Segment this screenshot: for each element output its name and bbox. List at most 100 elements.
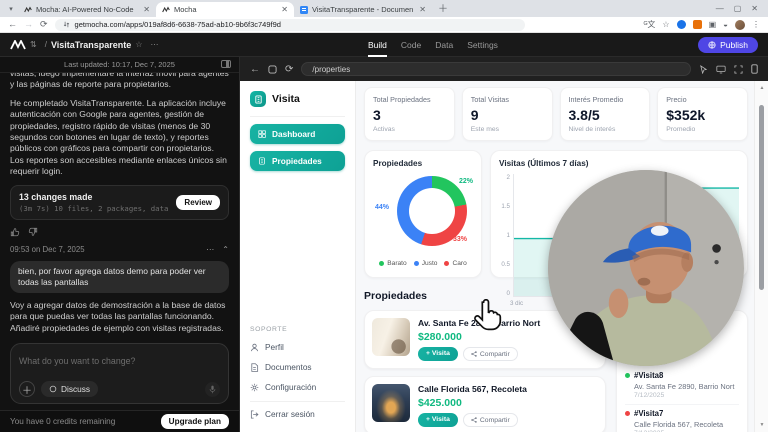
scroll-up-arrow[interactable]: ▲	[755, 85, 768, 91]
sidebar-item-perfil[interactable]: Perfil	[250, 337, 345, 357]
browser-tab-active[interactable]: Mocha ✕	[156, 2, 294, 17]
stat-card-propiedades: Total Propiedades 3 Activas	[364, 87, 455, 141]
chat-input-card: ＋ Discuss	[10, 343, 229, 404]
window-close-button[interactable]: ✕	[751, 4, 758, 13]
screen: ▾ Mocha: AI-Powered No-Code ✕ Mocha ✕ Vi…	[0, 0, 768, 432]
desktop-icon[interactable]	[716, 65, 726, 74]
sidebar-item-configuracion[interactable]: Configuración	[250, 377, 345, 397]
chat-input[interactable]	[19, 356, 220, 366]
visit-item[interactable]: #Visita7 Calle Florida 567, Recoleta 7/1…	[625, 405, 739, 432]
browser-address-bar: ← → ⟳ getmocha.com/apps/019af8d6-6638-75…	[0, 17, 768, 33]
preview-back-button[interactable]: ←	[250, 64, 260, 75]
refresh-icon[interactable]: ⟳	[40, 20, 48, 29]
mocha-favicon	[162, 6, 170, 14]
x-axis-label: 3 dic	[510, 300, 523, 307]
y-axis-label: 1.5	[501, 203, 510, 210]
scrollbar-thumb[interactable]	[759, 105, 764, 290]
site-settings-icon	[63, 21, 70, 28]
back-icon[interactable]: ←	[8, 20, 17, 29]
favorite-star-icon[interactable]: ☆	[135, 40, 142, 49]
browser-profile-avatar[interactable]	[735, 20, 745, 30]
window-minimize-button[interactable]: —	[716, 4, 724, 13]
preview-scrollbar[interactable]: ▲ ▼	[754, 81, 768, 432]
visit-item[interactable]: #Visita8 Av. Santa Fe 2890, Barrio Nort …	[625, 367, 739, 405]
user-message: bien, por favor agrega datos demo para p…	[10, 261, 229, 293]
scroll-down-arrow[interactable]: ▼	[755, 422, 768, 428]
review-button[interactable]: Review	[176, 195, 220, 210]
credits-remaining: You have 0 credits remaining	[10, 417, 115, 426]
nav-propiedades[interactable]: Propiedades	[250, 151, 345, 171]
assistant-message-demo: Voy a agregar datos de demostración a la…	[10, 300, 229, 334]
translate-icon[interactable]: ᴳ文	[643, 19, 655, 30]
workspace-switcher-icon[interactable]: ⇅	[30, 40, 37, 49]
forward-icon[interactable]: →	[24, 20, 33, 29]
tab-close-icon[interactable]: ✕	[143, 5, 150, 14]
thumbs-up-icon[interactable]	[10, 227, 20, 237]
share-button[interactable]: Compartir	[463, 347, 518, 361]
more-options-icon[interactable]: ⋯	[150, 40, 158, 49]
preview-refresh-button[interactable]: ⟳	[285, 64, 293, 75]
visit-address: Calle Florida 567, Recoleta	[634, 420, 739, 429]
upgrade-plan-button[interactable]: Upgrade plan	[161, 414, 229, 429]
mocha-favicon	[24, 6, 32, 14]
share-icon	[471, 417, 477, 423]
chat-message-list[interactable]: para agencias inmobiliarias Note: All at…	[0, 73, 239, 341]
nav-dashboard[interactable]: Dashboard	[250, 124, 345, 144]
chat-bubble-icon	[49, 385, 57, 393]
share-button[interactable]: Compartir	[463, 413, 518, 427]
camera-extension-icon[interactable]: ▣	[709, 20, 717, 29]
stat-sub: Nivel de interés	[569, 126, 642, 133]
tab-close-icon[interactable]: ✕	[419, 5, 426, 14]
mocha-app-bar: ⇅ / VisitaTransparente ☆ ⋯ Build Code Da…	[0, 33, 768, 57]
app-brand-name: Visita	[272, 93, 300, 105]
y-axis-label: 2	[507, 174, 510, 181]
cap-logo	[651, 226, 669, 236]
window-maximize-button[interactable]: ▢	[734, 4, 742, 13]
extension-blue-icon[interactable]	[677, 20, 686, 29]
property-price: $425.000	[418, 397, 527, 409]
panel-toggle-icon[interactable]	[221, 60, 231, 68]
tab-title: Mocha	[174, 5, 277, 14]
stat-card-precio: Precio $352k Promedio	[657, 87, 748, 141]
tab-code[interactable]: Code	[401, 33, 421, 57]
tab-data[interactable]: Data	[435, 33, 453, 57]
fullscreen-icon[interactable]	[734, 65, 743, 74]
sidebar-item-cerrar-sesion[interactable]: Cerrar sesión	[250, 404, 345, 424]
new-tab-button[interactable]: ＋	[438, 0, 448, 15]
preview-home-button[interactable]	[268, 65, 277, 74]
tab-build[interactable]: Build	[368, 33, 387, 57]
collapse-icon[interactable]: ⌃	[222, 245, 229, 254]
visit-id: #Visita8	[634, 371, 663, 380]
stat-value: 3	[373, 108, 446, 122]
tab-list-chevron-icon[interactable]: ▾	[4, 2, 18, 16]
visit-button[interactable]: + Visita	[418, 347, 458, 361]
mic-button[interactable]	[205, 382, 220, 397]
bookmark-star-icon[interactable]: ☆	[662, 20, 669, 29]
inspect-cursor-icon[interactable]	[699, 65, 708, 74]
browser-tab[interactable]: VisitaTransparente - Documen ✕	[294, 2, 432, 17]
project-name: VisitaTransparente	[51, 40, 131, 50]
visit-button[interactable]: + Visita	[418, 413, 458, 427]
building-icon	[254, 95, 263, 104]
sidebar-item-documentos[interactable]: Documentos	[250, 357, 345, 377]
property-card[interactable]: Calle Florida 567, Recoleta $425.000 + V…	[364, 376, 606, 432]
changes-title: 13 changes made	[19, 192, 168, 202]
discuss-button[interactable]: Discuss	[41, 381, 98, 397]
chart-title: Propiedades	[373, 159, 473, 168]
more-icon[interactable]: ⋯	[206, 245, 214, 254]
tab-close-icon[interactable]: ✕	[281, 5, 288, 14]
browser-tab[interactable]: Mocha: AI-Powered No-Code ✕	[18, 2, 156, 17]
add-attachment-button[interactable]: ＋	[19, 381, 35, 397]
publish-button[interactable]: Publish	[698, 37, 758, 53]
extension-orange-icon[interactable]	[693, 20, 702, 29]
thumbs-down-icon[interactable]	[28, 227, 38, 237]
mobile-icon[interactable]	[751, 64, 758, 74]
y-axis-label: 0.5	[501, 261, 510, 268]
url-bar[interactable]: getmocha.com/apps/019af8d6-6638-75ad-ab1…	[55, 19, 525, 31]
browser-menu-icon[interactable]: ⋮	[752, 20, 760, 29]
preview-url-bar[interactable]: /properties	[301, 62, 691, 76]
property-thumbnail	[372, 384, 410, 422]
webcam-video	[548, 170, 744, 366]
tab-settings[interactable]: Settings	[467, 33, 498, 57]
extensions-puzzle-icon[interactable]: ◒	[723, 20, 728, 29]
